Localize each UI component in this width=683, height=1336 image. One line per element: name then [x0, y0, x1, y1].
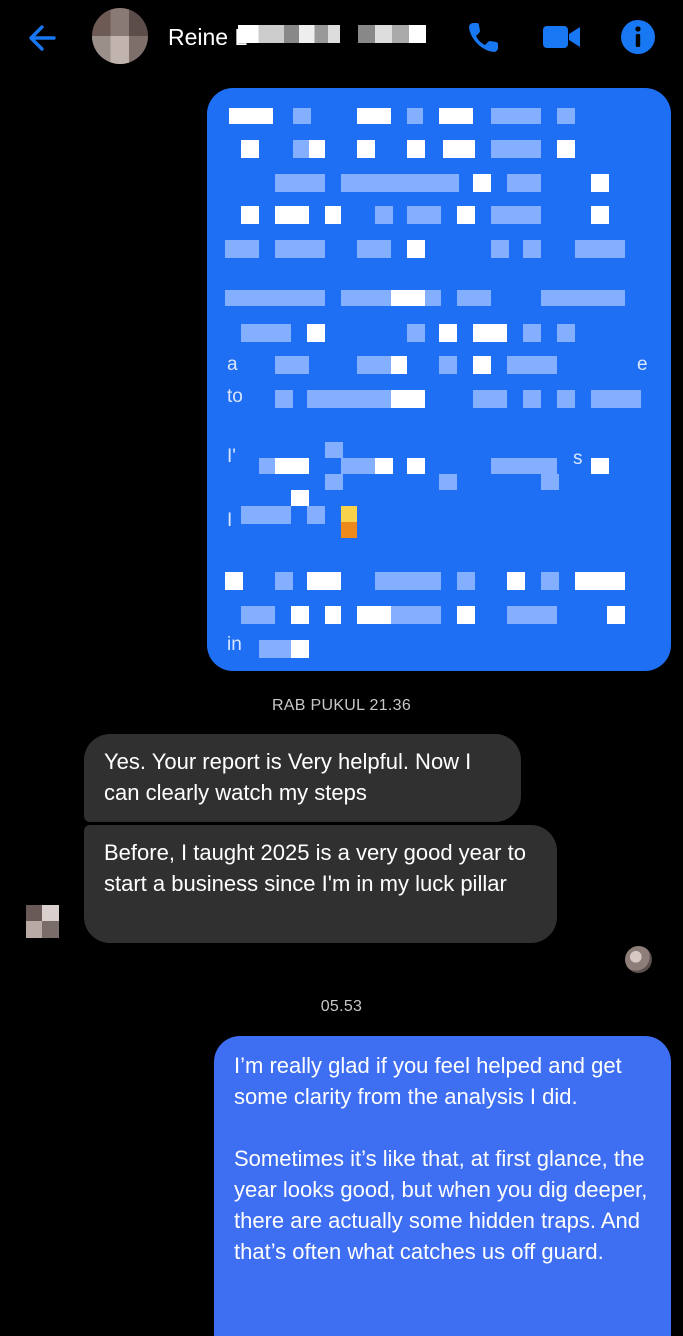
phone-icon[interactable] — [464, 17, 504, 57]
info-icon[interactable] — [618, 17, 658, 57]
sent-message-paragraph: Sometimes it’s like that, at first glanc… — [234, 1146, 648, 1264]
timestamp: 05.53 — [320, 998, 363, 1015]
sender-avatar[interactable] — [26, 905, 59, 938]
text-fragment: a — [227, 354, 238, 375]
text-fragment: I' — [227, 446, 236, 467]
text-fragment: I — [227, 510, 233, 531]
emoji-fragment — [341, 522, 357, 538]
redacted-sent-message[interactable]: a e to I' s I in — [207, 88, 671, 671]
contact-name[interactable]: Reine L — [168, 24, 247, 51]
received-message[interactable]: Yes. Your report is Very helpful. Now I … — [84, 734, 521, 822]
sent-message[interactable]: I’m really glad if you feel helped and g… — [214, 1036, 671, 1336]
read-receipt-avatar — [625, 946, 652, 973]
redacted-name-block — [358, 25, 426, 43]
video-camera-icon[interactable] — [542, 17, 582, 57]
emoji-fragment — [341, 506, 357, 522]
text-fragment: in — [227, 634, 242, 655]
contact-avatar[interactable] — [92, 8, 148, 64]
received-message[interactable]: Before, I taught 2025 is a very good yea… — [84, 825, 557, 943]
arrow-left-icon[interactable] — [24, 18, 64, 58]
text-fragment: s — [573, 448, 583, 469]
text-fragment: e — [637, 354, 648, 375]
timestamp: RAB PUKUL 21.36 — [271, 697, 412, 714]
chat-header: Reine L — [0, 0, 683, 74]
text-fragment: to — [227, 386, 243, 407]
redacted-name-block — [238, 25, 340, 43]
sent-message-paragraph: I’m really glad if you feel helped and g… — [234, 1053, 622, 1109]
